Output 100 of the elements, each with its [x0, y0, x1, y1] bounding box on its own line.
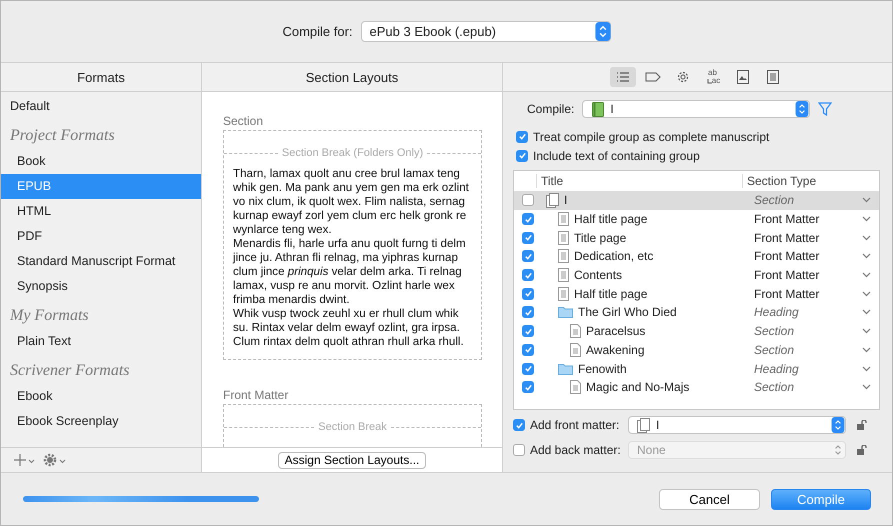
option-label: Include text of containing group — [533, 148, 700, 162]
checkbox[interactable] — [522, 288, 534, 300]
stepper-arrows-icon — [830, 417, 846, 433]
format-item[interactable]: Synopsis — [1, 274, 201, 299]
chevron-down-icon[interactable] — [862, 366, 871, 372]
section-type-value[interactable]: Section — [754, 193, 794, 208]
compile-dropdown[interactable]: I — [582, 100, 810, 118]
stacked-pages-icon — [546, 192, 559, 208]
row-title: Paracelsus — [586, 324, 646, 338]
chevron-down-icon[interactable] — [862, 384, 871, 390]
contents-row[interactable]: Paracelsus Section — [514, 322, 879, 340]
checkbox[interactable] — [522, 250, 534, 262]
checkbox[interactable] — [522, 325, 534, 338]
stepper-arrows-icon — [594, 22, 611, 41]
lock-icon[interactable] — [857, 420, 867, 430]
document-lines-icon — [558, 212, 569, 226]
section-type-value[interactable]: Front Matter — [754, 212, 820, 226]
stacked-pages-icon — [637, 418, 650, 432]
row-title: Dedication, etc — [574, 249, 654, 264]
gear-icon[interactable] — [43, 453, 67, 467]
checkbox[interactable] — [522, 213, 534, 226]
format-item[interactable]: Ebook — [1, 384, 201, 409]
format-item[interactable]: Default — [1, 94, 201, 119]
section-type-value[interactable]: Front Matter — [754, 286, 820, 301]
chevron-down-icon[interactable] — [862, 216, 871, 222]
row-title: Fenowith — [578, 362, 627, 376]
contents-row[interactable]: Fenowith Heading — [514, 359, 879, 378]
section-type-value[interactable]: Heading — [754, 362, 799, 376]
format-dropdown[interactable]: ePub 3 Ebook (.epub) — [360, 21, 611, 42]
checkbox[interactable] — [516, 150, 528, 162]
checkbox[interactable] — [522, 362, 534, 375]
group-heading: My Formats — [8, 306, 90, 326]
contents-row[interactable]: Magic and No-Majs Section — [514, 378, 879, 397]
column-header: Section Layouts — [202, 63, 503, 91]
list-icon[interactable] — [610, 67, 636, 87]
chevron-down-icon[interactable] — [862, 234, 871, 241]
assign-layouts-button[interactable]: Assign Section Layouts... — [278, 452, 426, 468]
row-title: Awakening — [586, 342, 644, 357]
checkbox[interactable] — [522, 306, 534, 318]
contents-row[interactable]: Contents Front Matter — [514, 266, 879, 284]
section-type-value[interactable]: Section — [754, 380, 794, 394]
column-header: Formats — [1, 63, 202, 91]
cancel-button[interactable]: Cancel — [659, 488, 760, 510]
compile-label: Compile: — [527, 102, 574, 116]
chevron-down-icon[interactable] — [862, 253, 871, 260]
section-type-value[interactable]: Front Matter — [754, 230, 820, 245]
chevron-down-icon[interactable] — [862, 328, 871, 334]
add-icon[interactable] — [13, 453, 35, 467]
chevron-down-icon[interactable] — [862, 272, 871, 278]
format-item[interactable]: HTML — [1, 199, 201, 224]
group-heading: Project Formats — [9, 126, 116, 146]
contents-row[interactable]: I Section — [514, 191, 879, 210]
chevron-down-icon[interactable] — [862, 346, 871, 353]
checkbox[interactable] — [522, 344, 534, 356]
chevron-down-icon[interactable] — [862, 197, 871, 204]
section-type-value[interactable]: Section — [754, 324, 794, 338]
contents-row[interactable]: The Girl Who Died Heading — [514, 303, 879, 322]
checkbox[interactable] — [522, 194, 534, 206]
chevron-down-icon[interactable] — [862, 290, 871, 297]
format-item[interactable]: PDF — [1, 224, 201, 249]
chevron-down-icon[interactable] — [862, 309, 871, 316]
document-icon — [570, 342, 581, 357]
section-break-label: Section Break — [318, 421, 387, 433]
section-type-value[interactable]: Section — [754, 342, 794, 357]
format-item[interactable]: Standard Manuscript Format — [1, 249, 201, 274]
matter-dropdown[interactable]: I — [628, 416, 846, 434]
checkbox[interactable] — [522, 381, 534, 394]
contents-row[interactable]: Half title page Front Matter — [514, 284, 879, 304]
filter-icon[interactable] — [818, 102, 832, 116]
layout-name: Front Matter — [223, 388, 290, 402]
format-item[interactable]: Plain Text — [1, 329, 201, 354]
matter-label: Add front matter: — [530, 418, 620, 432]
checkbox[interactable] — [522, 269, 534, 282]
lock-icon[interactable] — [857, 445, 867, 455]
document-lines-icon — [558, 286, 569, 301]
layout-name: Section — [223, 114, 264, 128]
checkbox[interactable] — [516, 130, 528, 142]
document-lines-icon — [558, 249, 569, 264]
contents-row[interactable]: Half title page Front Matter — [514, 210, 879, 228]
group-heading: Scrivener Formats — [9, 361, 131, 381]
checkbox[interactable] — [513, 419, 525, 431]
sample-paragraph: Menardis fli, harle urfa anu quolt furng ti delm jince ju. Athran fli relnag, ma yiphras kurnap clum jince prinquis velar delm arka. Ti relnag lamax, vusp re anu morvit. Ozlint harle wex frimba menardis dwint. — [233, 237, 467, 307]
checkbox[interactable] — [522, 232, 534, 244]
row-title: Magic and No-Majs — [586, 380, 690, 394]
section-type-value[interactable]: Front Matter — [754, 268, 820, 282]
folder-icon — [558, 362, 573, 375]
section-type-value[interactable]: Heading — [754, 305, 799, 320]
contents-row[interactable]: Dedication, etc Front Matter — [514, 247, 879, 266]
document-lines-icon — [558, 268, 569, 282]
layout-preview[interactable] — [223, 130, 482, 360]
row-title: Half title page — [574, 286, 648, 301]
book-icon — [592, 102, 604, 116]
contents-row[interactable]: Title page Front Matter — [514, 228, 879, 248]
format-item[interactable]: Ebook Screenplay — [1, 409, 201, 434]
section-type-value[interactable]: Front Matter — [754, 249, 820, 264]
contents-row[interactable]: Awakening Section — [514, 340, 879, 360]
column-header: Title — [536, 174, 742, 188]
format-item[interactable]: Book — [1, 149, 201, 174]
sample-paragraph: Whik vusp twock zeuhl xu er rhull clum whik su. Rintax velar delm ewayf ozlint, gra irpsa. Clum rintax delm quolt athran rhull arka rhull. — [233, 307, 465, 349]
document-icon — [570, 380, 581, 394]
